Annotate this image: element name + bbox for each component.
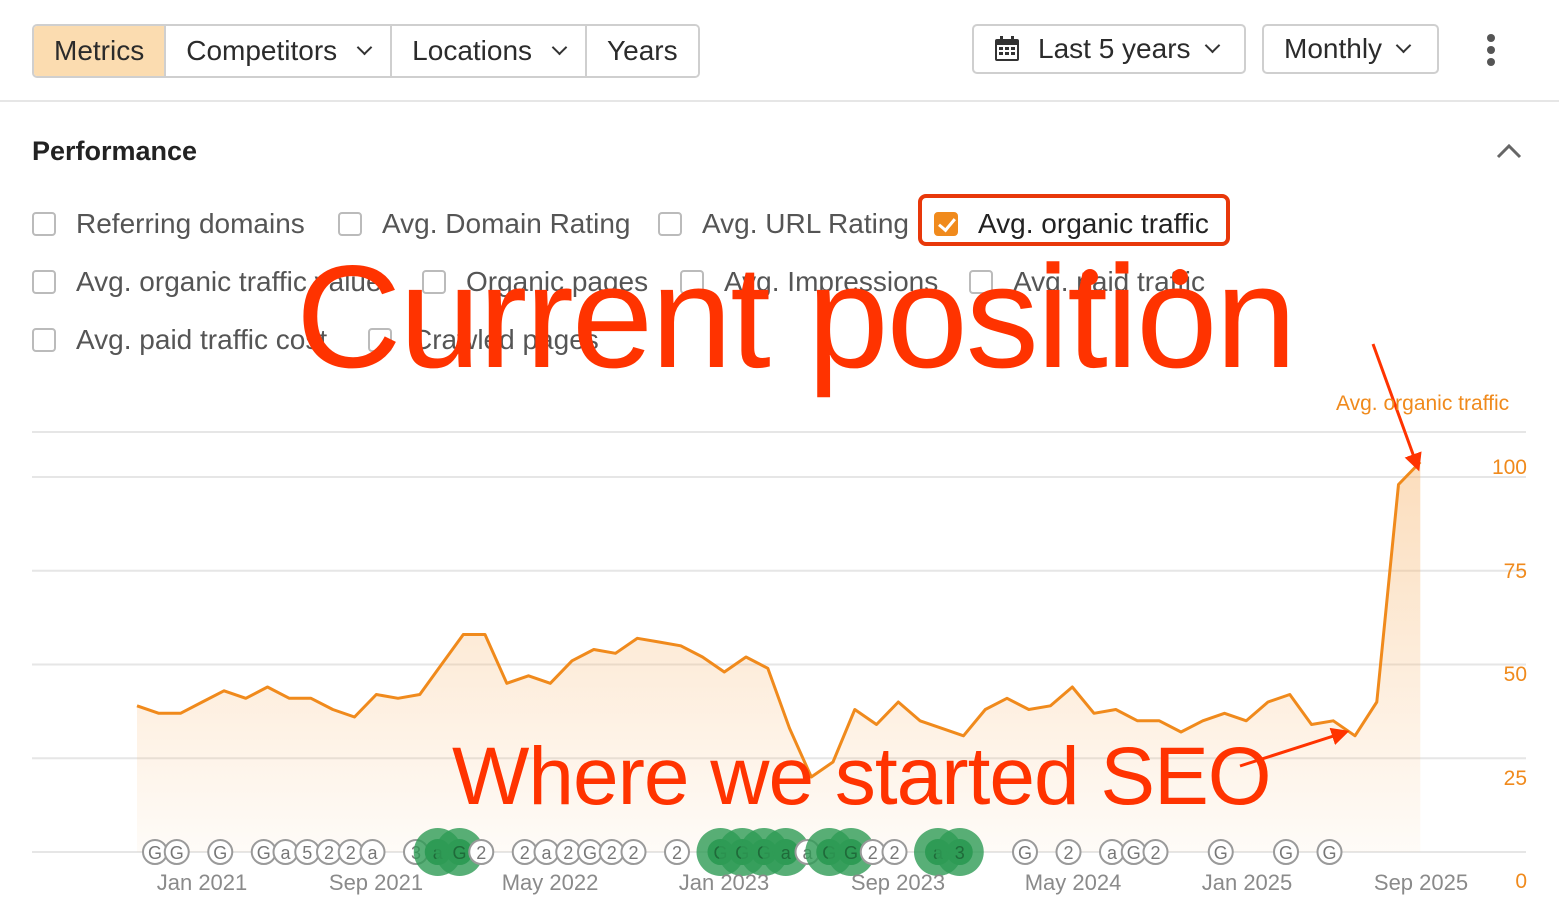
event-marker[interactable]: 2 xyxy=(1055,839,1082,865)
event-marker[interactable]: a xyxy=(272,839,299,865)
event-marker[interactable]: a xyxy=(359,839,386,865)
annotation-started-seo: Where we started SEO xyxy=(452,731,1272,822)
event-marker[interactable]: 3 xyxy=(935,828,984,876)
event-marker-label: 2 xyxy=(628,843,638,863)
event-marker-label: a xyxy=(280,843,291,863)
event-marker[interactable]: 2 xyxy=(620,839,647,865)
series-axis-label: Avg. organic traffic xyxy=(1336,392,1510,415)
y-tick-label: 75 xyxy=(1503,560,1527,583)
event-marker-label: 2 xyxy=(889,843,899,863)
event-marker[interactable]: G xyxy=(1273,839,1299,865)
event-marker-label: 2 xyxy=(520,843,530,863)
event-marker-label: G xyxy=(213,843,227,863)
event-marker[interactable]: G xyxy=(577,839,603,865)
event-marker-label: G xyxy=(1214,843,1228,863)
event-marker-label: G xyxy=(1279,843,1293,863)
event-marker-label: 2 xyxy=(868,843,878,863)
event-marker[interactable]: 2 xyxy=(859,839,886,865)
event-marker[interactable]: G xyxy=(1012,839,1038,865)
event-marker[interactable]: G xyxy=(207,839,234,865)
x-tick-label: May 2024 xyxy=(1024,870,1122,895)
event-marker-label: G xyxy=(148,843,162,863)
event-marker-label: 3 xyxy=(955,843,965,863)
event-marker[interactable]: G xyxy=(163,839,190,865)
event-marker-label: 2 xyxy=(346,843,356,863)
event-marker-label: a xyxy=(781,843,792,863)
event-marker-label: 2 xyxy=(1150,843,1160,863)
event-marker[interactable]: 2 xyxy=(468,839,495,865)
event-marker[interactable]: 2 xyxy=(881,839,908,865)
x-tick-label: Sep 2025 xyxy=(1373,870,1469,895)
event-marker[interactable]: G xyxy=(1120,839,1147,865)
event-marker-label: G xyxy=(844,843,858,863)
x-tick-label: May 2022 xyxy=(501,870,599,895)
event-marker-label: 2 xyxy=(1063,843,1073,863)
event-marker-label: G xyxy=(1018,843,1032,863)
event-marker-label: a xyxy=(367,843,378,863)
event-marker[interactable]: G xyxy=(142,839,168,865)
event-marker[interactable]: 5 xyxy=(294,839,321,865)
y-tick-label: 25 xyxy=(1503,767,1527,790)
x-tick-label: Jan 2021 xyxy=(156,870,248,895)
event-marker[interactable]: a xyxy=(533,839,560,865)
event-marker[interactable]: 2 xyxy=(598,839,625,865)
event-marker[interactable]: 2 xyxy=(555,839,582,865)
event-marker[interactable]: 2 xyxy=(337,839,364,865)
event-marker[interactable]: 2 xyxy=(1142,839,1169,865)
event-marker-label: 2 xyxy=(563,843,573,863)
event-marker-label: a xyxy=(541,843,552,863)
event-marker-label: 2 xyxy=(324,843,334,863)
annotation-current-position: Current position xyxy=(296,235,1297,398)
event-marker-label: G xyxy=(257,843,271,863)
event-marker[interactable]: 2 xyxy=(511,839,538,865)
event-marker-label: G xyxy=(583,843,597,863)
event-marker[interactable]: 2 xyxy=(664,839,690,865)
event-marker[interactable]: G xyxy=(250,839,277,865)
x-tick-label: Jan 2025 xyxy=(1201,870,1293,895)
event-marker-label: 2 xyxy=(607,843,617,863)
event-marker[interactable]: a xyxy=(1099,839,1125,865)
y-tick-label: 50 xyxy=(1503,663,1527,686)
event-marker-label: a xyxy=(1107,843,1118,863)
event-marker-label: 2 xyxy=(476,843,486,863)
event-marker-label: G xyxy=(1127,843,1141,863)
y-tick-label: 100 xyxy=(1491,456,1527,479)
x-tick-label: Jan 2023 xyxy=(678,870,770,895)
event-marker-label: 2 xyxy=(672,843,682,863)
x-tick-label: Sep 2023 xyxy=(850,870,946,895)
event-marker[interactable]: G xyxy=(1207,839,1234,865)
event-marker[interactable]: G xyxy=(1316,839,1343,865)
y-tick-label: 0 xyxy=(1515,870,1527,893)
event-marker-label: G xyxy=(452,843,466,863)
event-marker-label: G xyxy=(170,843,184,863)
event-marker[interactable]: 2 xyxy=(316,839,342,865)
x-tick-label: Sep 2021 xyxy=(328,870,424,895)
event-marker-label: G xyxy=(1322,843,1336,863)
event-marker-label: 5 xyxy=(302,843,312,863)
